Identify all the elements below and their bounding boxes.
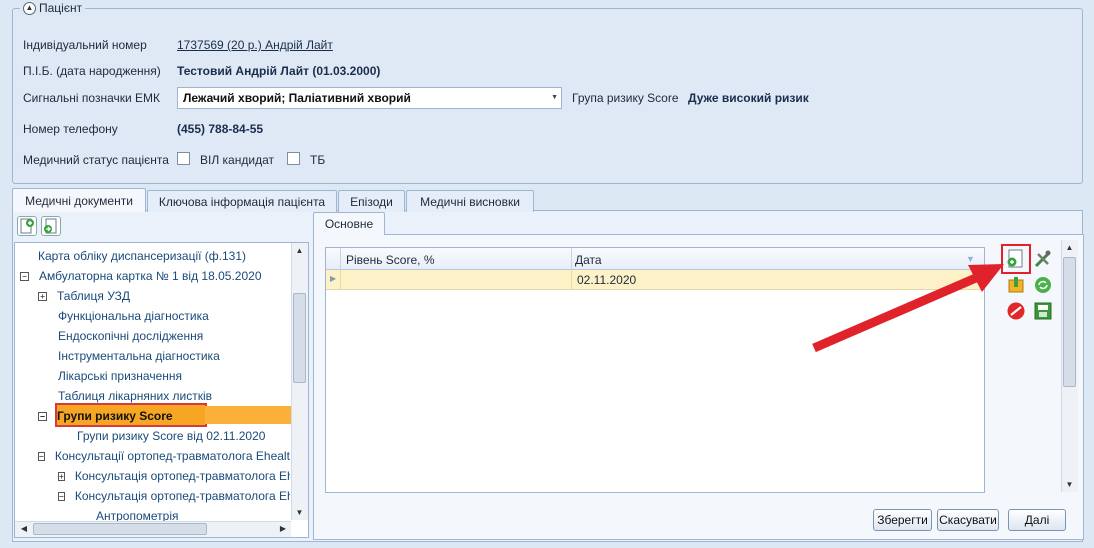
phone-label: Номер телефону	[23, 122, 118, 136]
collapse-icon[interactable]: −	[58, 491, 65, 501]
patient-section-title: Пацієнт	[39, 1, 83, 15]
refresh-icon[interactable]	[1032, 274, 1054, 296]
scroll-down-icon[interactable]: ▼	[1061, 480, 1078, 489]
tree-item[interactable]: Лікарські призначення	[58, 367, 182, 385]
row-indicator-icon: ▶	[330, 274, 337, 283]
cancel-button[interactable]: Скасувати	[937, 509, 999, 531]
tab-medical-documents[interactable]: Медичні документи	[12, 188, 146, 212]
tree-item[interactable]: + Таблиця УЗД	[38, 287, 130, 305]
scroll-right-icon[interactable]: ▶	[277, 524, 289, 533]
tree-item[interactable]: − Амбулаторна картка № 1 від 18.05.2020	[20, 267, 262, 285]
phone-value: (455) 788-84-55	[177, 122, 264, 136]
name-label: П.І.Б. (дата народження)	[23, 64, 161, 78]
signals-label: Сигнальні позначки ЕМК	[23, 91, 161, 105]
chevron-down-icon[interactable]: ▼	[551, 94, 558, 101]
tab-main[interactable]: Основне	[313, 212, 385, 235]
tab-key-info[interactable]: Ключова інформація пацієнта	[147, 190, 337, 212]
collapse-icon[interactable]: −	[38, 451, 45, 461]
patient-id-link[interactable]: 1737569 (20 р.) Андрій Лайт	[177, 38, 333, 52]
annotation-arrow-icon	[812, 264, 1004, 353]
selected-row-bg	[205, 406, 291, 424]
scroll-left-icon[interactable]: ◀	[18, 524, 30, 533]
collapse-icon[interactable]: −	[38, 411, 47, 421]
details-scroll-thumb[interactable]	[1063, 257, 1076, 387]
tree-item[interactable]: Таблиця лікарняних листків	[58, 387, 212, 405]
risk-label: Група ризику Score	[572, 91, 679, 105]
risk-value: Дуже високий ризик	[688, 91, 809, 105]
tb-label: ТБ	[310, 153, 326, 167]
scroll-up-icon[interactable]: ▲	[1061, 243, 1078, 252]
tree-item[interactable]: − Консультації ортопед-травматолога Eheal…	[38, 447, 290, 465]
signals-value: Лежачий хворий; Паліативний хворий	[183, 91, 411, 105]
tree-item[interactable]: Інструментальна діагностика	[58, 347, 220, 365]
status-label: Медичний статус пацієнта	[23, 153, 169, 167]
tree-item[interactable]: Групи ризику Score від 02.11.2020	[77, 427, 265, 445]
cell-date: 02.11.2020	[577, 273, 637, 287]
tree-item[interactable]: Ендоскопічні дослідження	[58, 327, 203, 345]
column-header-score[interactable]: Рівень Score, %	[346, 253, 434, 267]
save-button[interactable]: Зберегти	[873, 509, 932, 531]
tree-item[interactable]: Карта обліку диспансеризації (ф.131)	[38, 247, 246, 265]
next-button[interactable]: Далі	[1008, 509, 1066, 531]
patient-name: Тестовий Андрій Лайт (01.03.2000)	[177, 64, 381, 78]
collapse-icon[interactable]: ▲	[23, 1, 36, 15]
open-document-icon[interactable]	[41, 216, 61, 236]
tree-item[interactable]: − Консультація ортопед-травматолога Eh	[58, 487, 290, 505]
patient-section-header[interactable]: ▲ Пацієнт	[20, 1, 86, 15]
save-table-icon[interactable]	[1032, 300, 1054, 322]
collapse-icon[interactable]: −	[20, 271, 29, 281]
signals-combobox[interactable]: Лежачий хворий; Паліативний хворий ▼	[177, 87, 562, 109]
tree-item[interactable]: Функціональна діагностика	[58, 307, 209, 325]
tree-hscroll-thumb[interactable]	[33, 523, 207, 535]
expand-icon[interactable]: +	[58, 471, 65, 481]
expand-icon[interactable]: +	[38, 291, 47, 301]
tab-medical-conclusions[interactable]: Медичні висновки	[406, 190, 534, 212]
hiv-label: ВІЛ кандидат	[200, 153, 274, 167]
add-document-icon[interactable]	[17, 216, 37, 236]
tree-item-score-groups[interactable]: − Групи ризику Score	[38, 407, 173, 425]
scroll-up-icon[interactable]: ▲	[291, 246, 308, 255]
edit-tools-icon[interactable]	[1032, 248, 1054, 270]
column-header-date[interactable]: Дата	[575, 253, 602, 267]
tab-episodes[interactable]: Епізоди	[338, 190, 405, 212]
hiv-checkbox[interactable]	[177, 152, 190, 165]
id-label: Індивідуальний номер	[23, 38, 147, 52]
tb-checkbox[interactable]	[287, 152, 300, 165]
scroll-down-icon[interactable]: ▼	[291, 508, 308, 517]
tree-item[interactable]: + Консультація ортопед-травматолога Eh	[58, 467, 290, 485]
tree-scroll-thumb[interactable]	[293, 293, 306, 383]
